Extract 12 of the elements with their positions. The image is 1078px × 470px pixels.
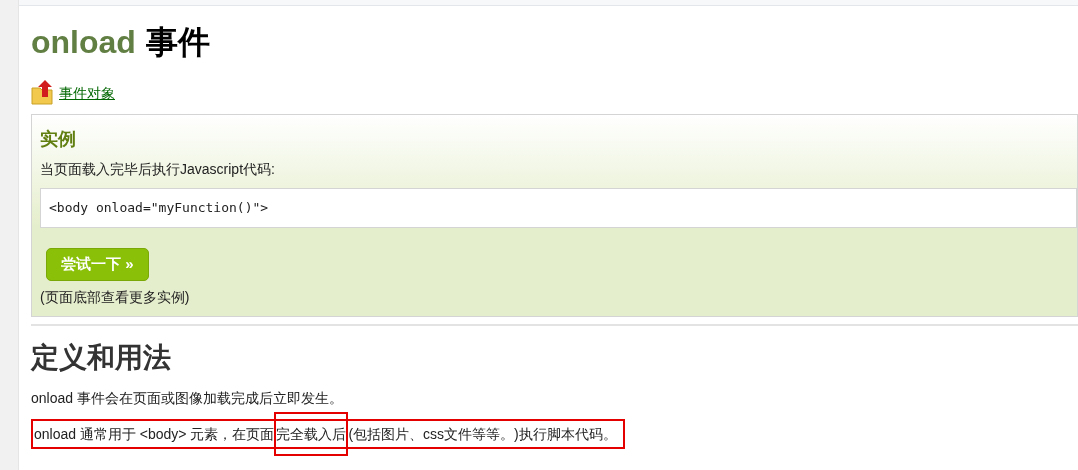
code-block: <body onload="myFunction()"> — [40, 188, 1077, 228]
paragraph-text: onload 通常用于 <body> 元素，在页面 — [34, 424, 275, 444]
paragraph-text: (包括图片、css文件等等。)执行脚本代码。 — [348, 424, 617, 444]
example-heading: 实例 — [40, 128, 77, 151]
paragraph: onload 事件会在页面或图像加载完成后立即发生。 — [31, 389, 344, 408]
example-description: 当页面载入完毕后执行Javascript代码: — [40, 160, 276, 179]
title-keyword: onload — [31, 23, 136, 62]
event-object-link[interactable]: 事件对象 — [59, 83, 115, 104]
section-heading: 定义和用法 — [31, 341, 172, 375]
highlighted-text: 完全载入后 — [274, 412, 349, 456]
title-text: 事件 — [145, 23, 210, 62]
example-note: (页面底部查看更多实例) — [40, 288, 191, 307]
